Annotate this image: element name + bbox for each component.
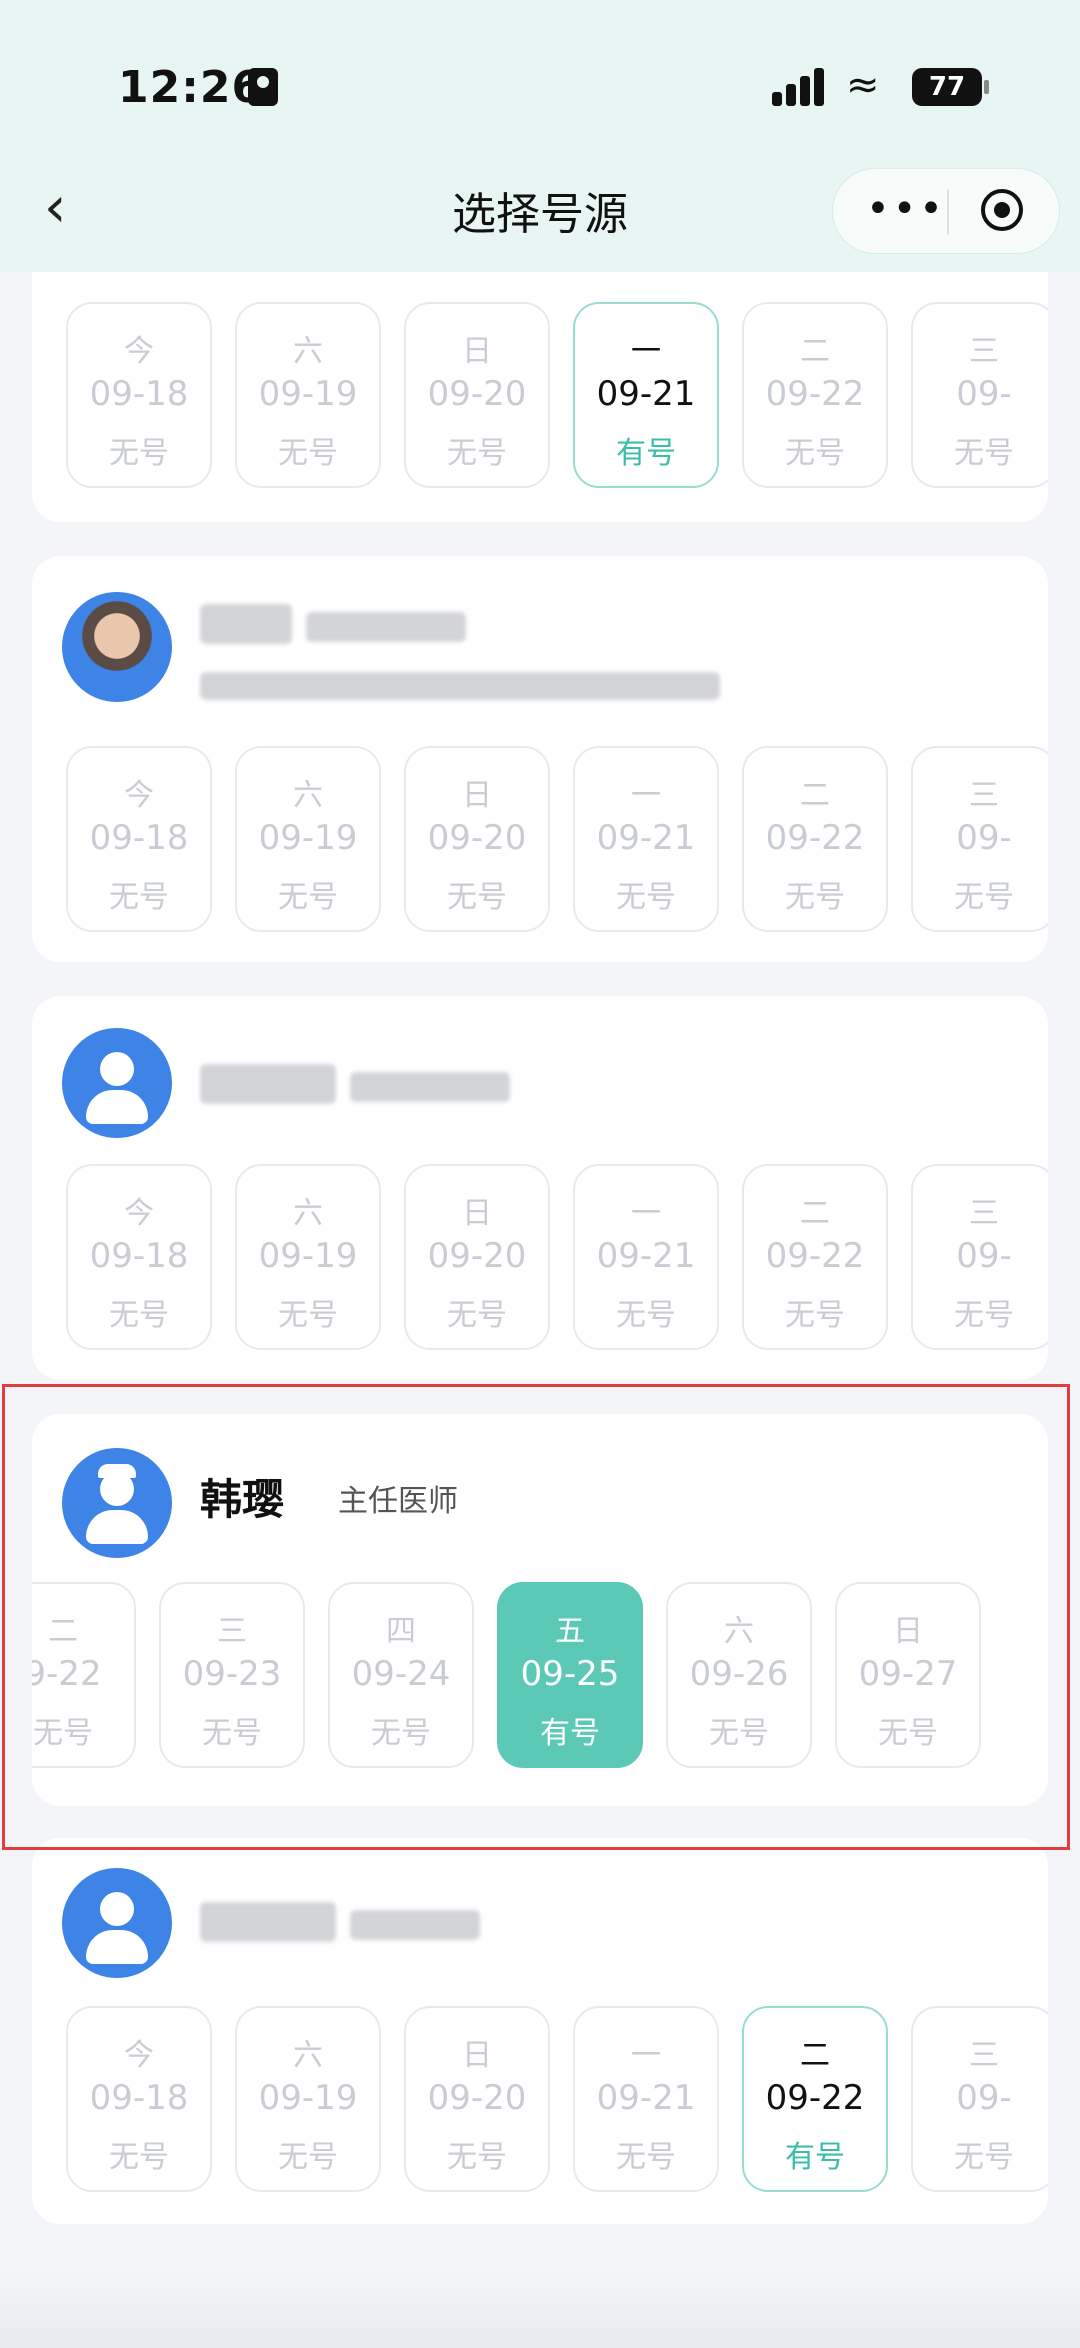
- bottom-fade: [0, 2270, 1080, 2348]
- nav-bar: ‹ 选择号源 •••: [0, 160, 1080, 272]
- date-slot[interactable]: 日 09-20 无号: [404, 302, 550, 488]
- mini-program-capsule: •••: [832, 168, 1060, 254]
- doctor-header: [62, 1868, 1022, 1978]
- date-strip: 今 09-18 无号 六 09-19 无号 日 09-20 无号 一 09-21 无号 二 09-…: [32, 746, 1048, 936]
- date-slot[interactable]: 日 09-20 无号: [404, 1164, 550, 1350]
- date-slot[interactable]: 二 09-22 有号: [742, 2006, 888, 2192]
- date-slot[interactable]: 今 09-18 无号: [66, 302, 212, 488]
- date-slot[interactable]: 今 09-18 无号: [66, 746, 212, 932]
- date-slot[interactable]: 一 09-21 无号: [573, 2006, 719, 2192]
- date-strip: 今 09-18 无号 六 09-19 无号 日 09-20 无号 一 09-21 有号 二 09-…: [32, 302, 1048, 492]
- avatar: [62, 1028, 172, 1138]
- date-slot[interactable]: 今 09-18 无号: [66, 2006, 212, 2192]
- date-slot[interactable]: 三 09- 无号: [911, 302, 1048, 488]
- blurred-doctor-title: [350, 1072, 510, 1102]
- date-slot[interactable]: 今 09-18 无号: [66, 1164, 212, 1350]
- date-strip: 今 09-18 无号 六 09-19 无号 日 09-20 无号 一 09-21 无号 二 09-…: [32, 1164, 1048, 1354]
- doctor-header: [62, 592, 1022, 702]
- doctor-header: [62, 1028, 1022, 1138]
- red-highlight-box: [2, 1384, 1070, 1850]
- target-icon[interactable]: [981, 189, 1023, 231]
- blurred-doctor-name: [200, 1064, 336, 1104]
- battery-level: 77: [928, 72, 966, 102]
- avatar: [62, 1868, 172, 1978]
- doctor-card: 今 09-18 无号 六 09-19 无号 日 09-20 无号 一 09-21 有号 二 09-…: [32, 272, 1048, 522]
- blurred-doctor-name: [200, 1902, 336, 1942]
- date-strip: 今 09-18 无号 六 09-19 无号 日 09-20 无号 一 09-21 无号 二 09-…: [32, 2006, 1048, 2196]
- date-slot[interactable]: 日 09-20 无号: [404, 746, 550, 932]
- contact-card-icon: [248, 68, 278, 106]
- signal-icon: [772, 68, 828, 106]
- blurred-doctor-title: [306, 612, 466, 642]
- status-time: 12:26: [118, 62, 264, 113]
- date-slot[interactable]: 二 09-22 无号: [742, 302, 888, 488]
- date-slot[interactable]: 三 09- 无号: [911, 2006, 1048, 2192]
- more-dots-icon[interactable]: •••: [861, 183, 951, 235]
- status-bar: 12:26 ≈ 77: [0, 0, 1080, 160]
- date-slot[interactable]: 日 09-20 无号: [404, 2006, 550, 2192]
- date-slot[interactable]: 二 09-22 无号: [742, 1164, 888, 1350]
- avatar: [62, 592, 172, 702]
- blurred-doctor-name: [200, 604, 292, 644]
- doctor-card: 今 09-18 无号 六 09-19 无号 日 09-20 无号 一 09-21 无号 二 09-…: [32, 556, 1048, 962]
- wifi-icon: ≈: [846, 62, 880, 108]
- date-slot[interactable]: 一 09-21 无号: [573, 1164, 719, 1350]
- date-slot[interactable]: 六 09-19 无号: [235, 302, 381, 488]
- date-slot[interactable]: 三 09- 无号: [911, 746, 1048, 932]
- doctor-card: 今 09-18 无号 六 09-19 无号 日 09-20 无号 一 09-21 无号 二 09-…: [32, 996, 1048, 1380]
- date-slot[interactable]: 二 09-22 无号: [742, 746, 888, 932]
- battery-icon: 77: [912, 68, 989, 106]
- date-slot[interactable]: 六 09-19 无号: [235, 1164, 381, 1350]
- date-slot[interactable]: 六 09-19 无号: [235, 746, 381, 932]
- date-slot[interactable]: 六 09-19 无号: [235, 2006, 381, 2192]
- blurred-doctor-specialty: [200, 672, 720, 700]
- doctor-card: 今 09-18 无号 六 09-19 无号 日 09-20 无号 一 09-21 无号 二 09-…: [32, 1838, 1048, 2224]
- date-slot[interactable]: 一 09-21 无号: [573, 746, 719, 932]
- date-slot[interactable]: 一 09-21 有号: [573, 302, 719, 488]
- date-slot[interactable]: 三 09- 无号: [911, 1164, 1048, 1350]
- blurred-doctor-title: [350, 1910, 480, 1940]
- capsule-divider: [947, 189, 949, 235]
